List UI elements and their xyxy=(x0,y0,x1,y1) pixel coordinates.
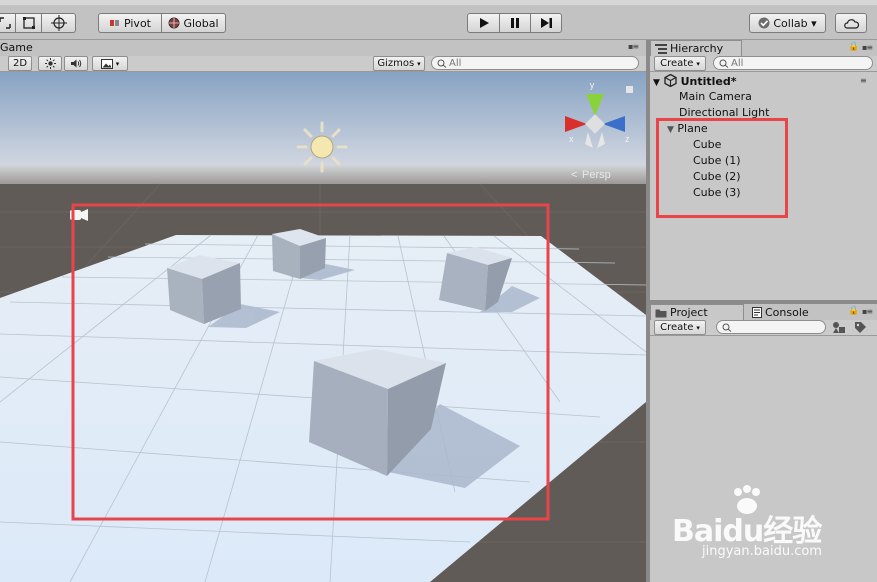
hierarchy-header: Hierarchy 🔒 ▪≡ xyxy=(650,40,877,56)
rect-tool-icon xyxy=(0,17,11,29)
speaker-icon xyxy=(71,59,82,68)
step-button[interactable] xyxy=(531,13,562,33)
highlight-box-hierarchy xyxy=(656,118,788,218)
hierarchy-create-button[interactable]: Create ▾ xyxy=(654,56,706,71)
gizmo-x-label: x xyxy=(569,134,574,144)
play-icon xyxy=(479,18,489,28)
hierarchy-tab[interactable]: Hierarchy xyxy=(650,40,742,56)
hierarchy-search-placeholder: All xyxy=(731,57,744,69)
chevron-down-icon: ▾ xyxy=(115,59,120,68)
pivot-label: Pivot xyxy=(123,16,151,30)
game-panel-menu-icon[interactable]: ▪≡ xyxy=(628,42,639,51)
play-button[interactable] xyxy=(467,13,500,33)
project-header: Project Console 🔒 ▪≡ xyxy=(650,304,877,320)
pivot-icon xyxy=(109,20,119,26)
rect-tool-button[interactable] xyxy=(0,13,16,33)
scene-root-row[interactable]: ▼ Untitled* xyxy=(653,73,737,88)
shapes-icon xyxy=(833,322,845,333)
persp-label-arrow: < xyxy=(571,169,577,181)
audio-toggle[interactable] xyxy=(64,56,88,71)
global-label: Global xyxy=(183,16,219,30)
lighting-toggle[interactable] xyxy=(38,56,62,71)
global-button[interactable]: Global xyxy=(162,13,226,33)
globe-icon xyxy=(168,17,180,29)
console-icon xyxy=(752,306,762,318)
search-icon xyxy=(722,323,732,332)
scene-menu-icon[interactable]: ≡ xyxy=(860,76,867,85)
gizmo-lock-icon[interactable] xyxy=(626,86,633,93)
chevron-down-icon: ▾ xyxy=(417,59,421,68)
hierarchy-tree: ▼ Untitled* ≡ Main Camera Directional Li… xyxy=(650,72,877,300)
collab-button[interactable]: Collab ▾ xyxy=(749,13,826,33)
collab-check-icon xyxy=(758,17,770,29)
toggle-2d-button[interactable]: 2D xyxy=(8,56,32,71)
toggle-2d-label: 2D xyxy=(12,58,28,69)
project-tab-label: Project xyxy=(670,306,708,319)
image-icon xyxy=(100,58,113,69)
hierarchy-controls: Create ▾ All xyxy=(650,56,877,72)
gizmo-z-label: z xyxy=(625,134,630,144)
game-viewport[interactable]: y x z < Persp xyxy=(0,72,646,582)
game-search-placeholder: All xyxy=(449,57,462,69)
console-tab-label: Console xyxy=(765,305,809,319)
search-icon xyxy=(719,59,729,68)
step-icon xyxy=(540,18,552,28)
persp-label[interactable]: Persp xyxy=(582,169,611,181)
console-tab[interactable]: Console xyxy=(752,304,809,320)
project-create-button[interactable]: Create ▾ xyxy=(654,320,706,335)
collab-label: Collab ▾ xyxy=(773,16,817,30)
game-panel-controls: 2D ▾ Gizmos ▾ All xyxy=(0,56,646,72)
project-menu-icon[interactable]: ▪≡ xyxy=(862,307,873,316)
cloud-icon xyxy=(844,18,859,29)
filter-type-button[interactable] xyxy=(832,321,846,337)
tag-icon xyxy=(855,322,866,333)
lock-icon[interactable]: 🔒 xyxy=(848,42,859,52)
effects-dropdown[interactable]: ▾ xyxy=(92,56,128,71)
hierarchy-search-input[interactable]: All xyxy=(713,56,873,70)
unity-logo-icon xyxy=(664,73,677,88)
watermark-url: jingyan.baidu.com xyxy=(702,544,822,559)
watermark: Baidu经验 jingyan.baidu.com xyxy=(672,484,862,564)
project-tab[interactable]: Project xyxy=(650,304,744,320)
pivot-button[interactable]: Pivot xyxy=(98,13,162,33)
transform-tool-button[interactable] xyxy=(42,13,76,33)
scene-name: Untitled* xyxy=(680,75,737,88)
pause-button[interactable] xyxy=(500,13,531,33)
list-icon xyxy=(655,43,667,54)
game-panel-header: Game ▪≡ xyxy=(0,40,646,56)
transform-tool-icon xyxy=(50,15,67,31)
gizmos-dropdown[interactable]: Gizmos ▾ xyxy=(373,56,425,71)
game-tab[interactable]: Game xyxy=(0,41,33,54)
lock-icon[interactable]: 🔒 xyxy=(848,306,859,316)
gizmos-label: Gizmos xyxy=(377,58,415,69)
scale-tool-icon xyxy=(22,17,35,29)
chevron-down-icon: ▾ xyxy=(696,323,700,332)
pause-icon xyxy=(511,18,519,28)
hierarchy-create-label: Create xyxy=(660,58,694,69)
scale-tool-button[interactable] xyxy=(16,13,42,33)
folder-icon xyxy=(655,309,667,317)
cloud-button[interactable] xyxy=(835,13,867,33)
gizmo-y-label: y xyxy=(590,80,595,90)
filter-label-button[interactable] xyxy=(854,321,867,337)
search-icon xyxy=(437,59,447,68)
hierarchy-menu-icon[interactable]: ▪≡ xyxy=(862,43,873,52)
hierarchy-item-main-camera[interactable]: Main Camera xyxy=(679,90,752,103)
hierarchy-tab-label: Hierarchy xyxy=(670,42,724,55)
main-toolbar: Pivot Global Collab ▾ xyxy=(0,5,877,40)
chevron-down-icon: ▾ xyxy=(696,59,700,68)
directional-light-gizmo[interactable] xyxy=(296,121,348,173)
project-controls: Create ▾ xyxy=(650,320,877,336)
project-create-label: Create xyxy=(660,322,694,333)
game-search-input[interactable]: All xyxy=(431,56,639,70)
scene-canvas: y x z < Persp xyxy=(0,72,646,582)
expand-arrow-icon: ▼ xyxy=(653,78,660,88)
sun-icon xyxy=(44,58,56,69)
project-search-input[interactable] xyxy=(716,320,826,334)
